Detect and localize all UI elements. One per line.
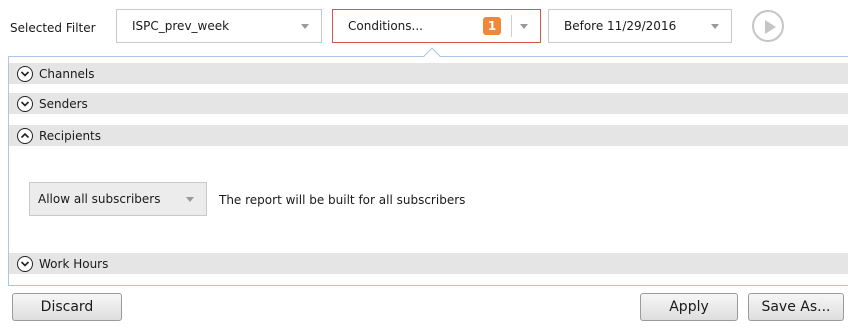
section-header-channels[interactable]: Channels [9, 63, 848, 85]
chevron-down-icon [711, 23, 719, 29]
run-button[interactable] [752, 10, 784, 42]
date-select-value: Before 11/29/2016 [564, 19, 677, 33]
divider [511, 15, 512, 37]
section-header-senders[interactable]: Senders [9, 93, 848, 115]
conditions-select-label: Conditions... [348, 19, 423, 33]
chevron-down-icon[interactable] [17, 65, 33, 82]
filter-select-value: ISPC_prev_week [132, 19, 230, 33]
recipients-mode-value: Allow all subscribers [38, 192, 161, 206]
conditions-count-badge: 1 [483, 17, 501, 35]
chevron-down-icon [301, 23, 309, 29]
recipients-description: The report will be built for all subscri… [219, 193, 466, 207]
chevron-down-icon[interactable] [17, 95, 33, 112]
section-header-recipients[interactable]: Recipients [9, 125, 848, 147]
section-label: Channels [39, 66, 95, 81]
save-as-button[interactable]: Save As... [748, 293, 844, 321]
discard-button[interactable]: Discard [12, 293, 122, 321]
conditions-select[interactable]: Conditions... 1 [332, 9, 541, 43]
chevron-up-icon[interactable] [17, 127, 33, 144]
filter-select[interactable]: ISPC_prev_week [116, 9, 322, 43]
section-label: Senders [39, 96, 88, 111]
selected-filter-label: Selected Filter [10, 21, 96, 35]
chevron-down-icon [520, 23, 528, 29]
section-header-work-hours[interactable]: Work Hours [9, 253, 848, 275]
section-label: Work Hours [39, 256, 109, 271]
recipients-mode-select[interactable]: Allow all subscribers [29, 182, 207, 216]
apply-button[interactable]: Apply [640, 293, 738, 321]
date-select[interactable]: Before 11/29/2016 [548, 9, 732, 43]
chevron-down-icon [186, 196, 194, 202]
play-icon [765, 20, 776, 34]
section-label: Recipients [39, 128, 102, 143]
chevron-down-icon[interactable] [17, 255, 33, 272]
